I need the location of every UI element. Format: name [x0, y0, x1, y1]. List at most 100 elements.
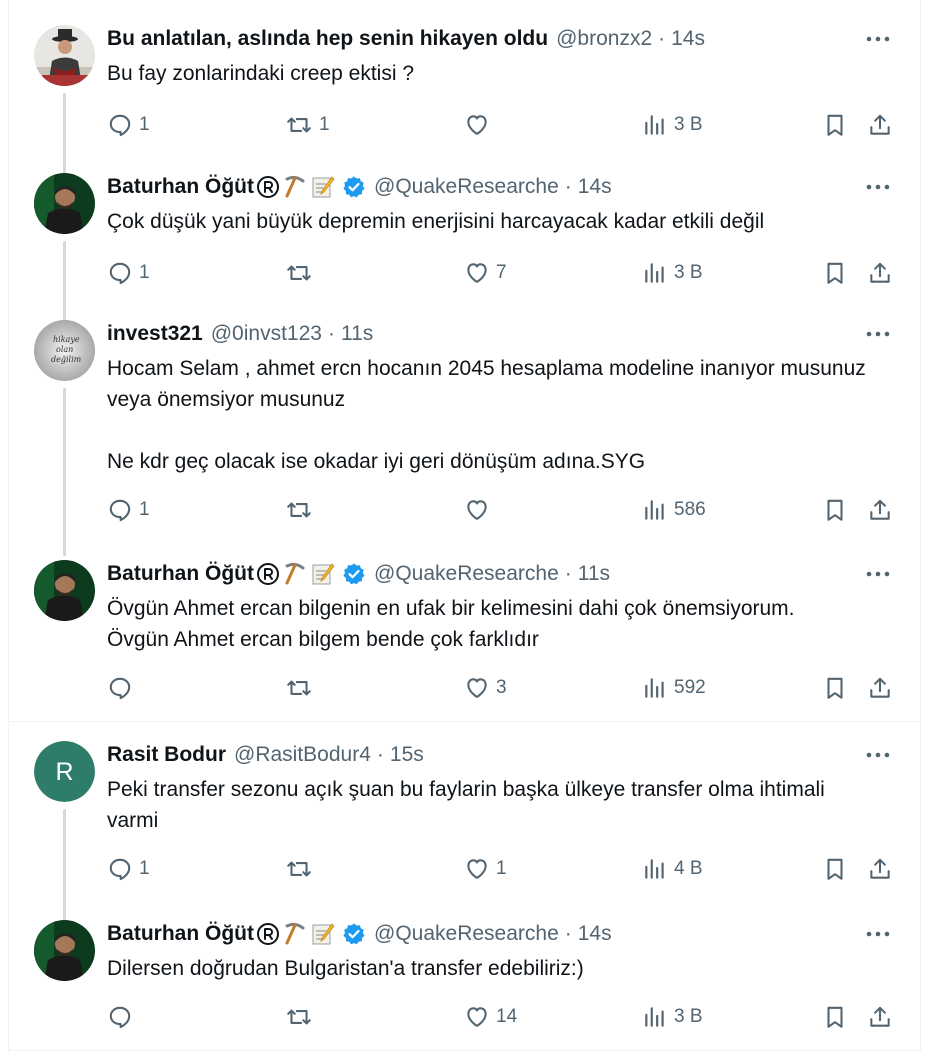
more-options-button[interactable] [863, 322, 893, 346]
reply-button[interactable]: 1 [107, 495, 150, 525]
timestamp[interactable]: 15s [390, 741, 424, 769]
author-name[interactable]: Bu anlatılan, aslında hep senin hikayen … [107, 25, 548, 53]
pick-icon [282, 561, 308, 587]
verified-badge-icon[interactable] [342, 175, 366, 199]
reply-button[interactable]: 1 [107, 854, 150, 884]
avatar[interactable]: hikaye olan değilim [34, 320, 95, 381]
avatar[interactable] [34, 25, 95, 86]
share-button[interactable] [867, 495, 893, 525]
share-button[interactable] [867, 110, 893, 140]
retweet-button[interactable] [285, 495, 319, 525]
like-button[interactable]: 3 [464, 673, 507, 703]
bookmark-button[interactable] [822, 258, 848, 288]
views-button[interactable]: 3 B [642, 110, 703, 140]
share-button[interactable] [867, 1002, 893, 1032]
like-count: 7 [496, 262, 507, 283]
like-button[interactable]: 7 [464, 258, 507, 288]
timestamp[interactable]: 11s [341, 320, 373, 348]
verified-badge-icon[interactable] [342, 562, 366, 586]
views-button[interactable]: 3 B [642, 258, 703, 288]
tweet[interactable]: Baturhan Öğüt @QuakeResearche · 11s Övgü… [9, 560, 920, 720]
tweet[interactable]: Baturhan Öğüt @QuakeResearche · 14s Çok … [9, 173, 920, 323]
views-button[interactable]: 592 [642, 673, 706, 703]
avatar[interactable] [34, 920, 95, 981]
more-options-button[interactable] [863, 562, 893, 586]
author-handle[interactable]: @RasitBodur4 [234, 741, 371, 769]
share-icon [870, 262, 890, 283]
reply-count: 1 [139, 262, 150, 283]
more-icon [866, 331, 890, 337]
bookmark-button[interactable] [822, 673, 848, 703]
retweet-button[interactable] [285, 258, 319, 288]
retweet-button[interactable] [285, 854, 319, 884]
retweet-icon [287, 861, 311, 877]
author-name[interactable]: Rasit Bodur [107, 741, 226, 769]
share-button[interactable] [867, 673, 893, 703]
author-name[interactable]: Baturhan Öğüt [107, 173, 254, 201]
bookmark-icon [827, 677, 843, 699]
like-button[interactable] [464, 110, 496, 140]
reply-button[interactable] [107, 1002, 139, 1032]
more-options-button[interactable] [863, 743, 893, 767]
author-name[interactable]: invest321 [107, 320, 203, 348]
avatar[interactable]: R [34, 741, 95, 802]
avatar-handwriting-2: olan [56, 345, 73, 354]
author-handle[interactable]: @QuakeResearche [374, 173, 559, 201]
author-name[interactable]: Baturhan Öğüt [107, 920, 254, 948]
reply-icon [109, 677, 131, 700]
like-button[interactable] [464, 495, 496, 525]
tweet[interactable]: Bu anlatılan, aslında hep senin hikayen … [9, 25, 920, 175]
heart-icon [467, 115, 487, 135]
author-name[interactable]: Baturhan Öğüt [107, 560, 254, 588]
timeline-right-border [920, 0, 921, 1052]
share-icon [870, 677, 890, 698]
author-handle[interactable]: @0invst123 [211, 320, 322, 348]
separator-dot: · [658, 27, 666, 50]
timestamp[interactable]: 11s [578, 560, 610, 588]
author-handle[interactable]: @QuakeResearche [374, 560, 559, 588]
retweet-button[interactable] [285, 673, 319, 703]
heart-icon [467, 678, 487, 698]
author-handle[interactable]: @bronzx2 [556, 25, 652, 53]
author-handle[interactable]: @QuakeResearche [374, 920, 559, 948]
more-icon [866, 571, 890, 577]
views-button[interactable]: 4 B [642, 854, 703, 884]
more-options-button[interactable] [863, 922, 893, 946]
retweet-button[interactable] [285, 1002, 319, 1032]
thread-divider [9, 721, 920, 722]
share-button[interactable] [867, 258, 893, 288]
like-count: 1 [496, 858, 507, 879]
reply-button[interactable]: 1 [107, 258, 150, 288]
bookmark-button[interactable] [822, 495, 848, 525]
bookmark-button[interactable] [822, 1002, 848, 1032]
bookmark-button[interactable] [822, 854, 848, 884]
separator-dot: · [564, 922, 572, 945]
reply-button[interactable] [107, 673, 139, 703]
reply-icon [109, 858, 131, 881]
share-icon [870, 1006, 890, 1027]
views-button[interactable]: 3 B [642, 1002, 703, 1032]
timestamp[interactable]: 14s [671, 25, 705, 53]
more-options-button[interactable] [863, 27, 893, 51]
more-icon [866, 752, 890, 758]
tweet[interactable]: Baturhan Öğüt @QuakeResearche · 14s Dile… [9, 920, 920, 1050]
like-button[interactable]: 14 [464, 1002, 517, 1032]
views-count: 586 [674, 499, 706, 520]
avatar-handwriting-1: hikaye [53, 335, 80, 344]
reply-button[interactable]: 1 [107, 110, 150, 140]
timestamp[interactable]: 14s [578, 173, 612, 201]
bookmark-button[interactable] [822, 110, 848, 140]
tweet[interactable]: hikaye olan değilim invest321 @0invst123… [9, 320, 920, 556]
tweet-text: Çok düşük yani büyük depremin enerjisini… [107, 210, 765, 233]
tweet[interactable]: R Rasit Bodur @RasitBodur4 · 15s Peki tr… [9, 741, 920, 921]
avatar[interactable] [34, 173, 95, 234]
tweet-text: Hocam Selam , ahmet ercn hocanın 2045 he… [107, 357, 866, 473]
retweet-button[interactable]: 1 [285, 110, 330, 140]
views-button[interactable]: 586 [642, 495, 706, 525]
like-button[interactable]: 1 [464, 854, 507, 884]
more-options-button[interactable] [863, 175, 893, 199]
avatar[interactable] [34, 560, 95, 621]
share-button[interactable] [867, 854, 893, 884]
timestamp[interactable]: 14s [578, 920, 612, 948]
verified-badge-icon[interactable] [342, 922, 366, 946]
